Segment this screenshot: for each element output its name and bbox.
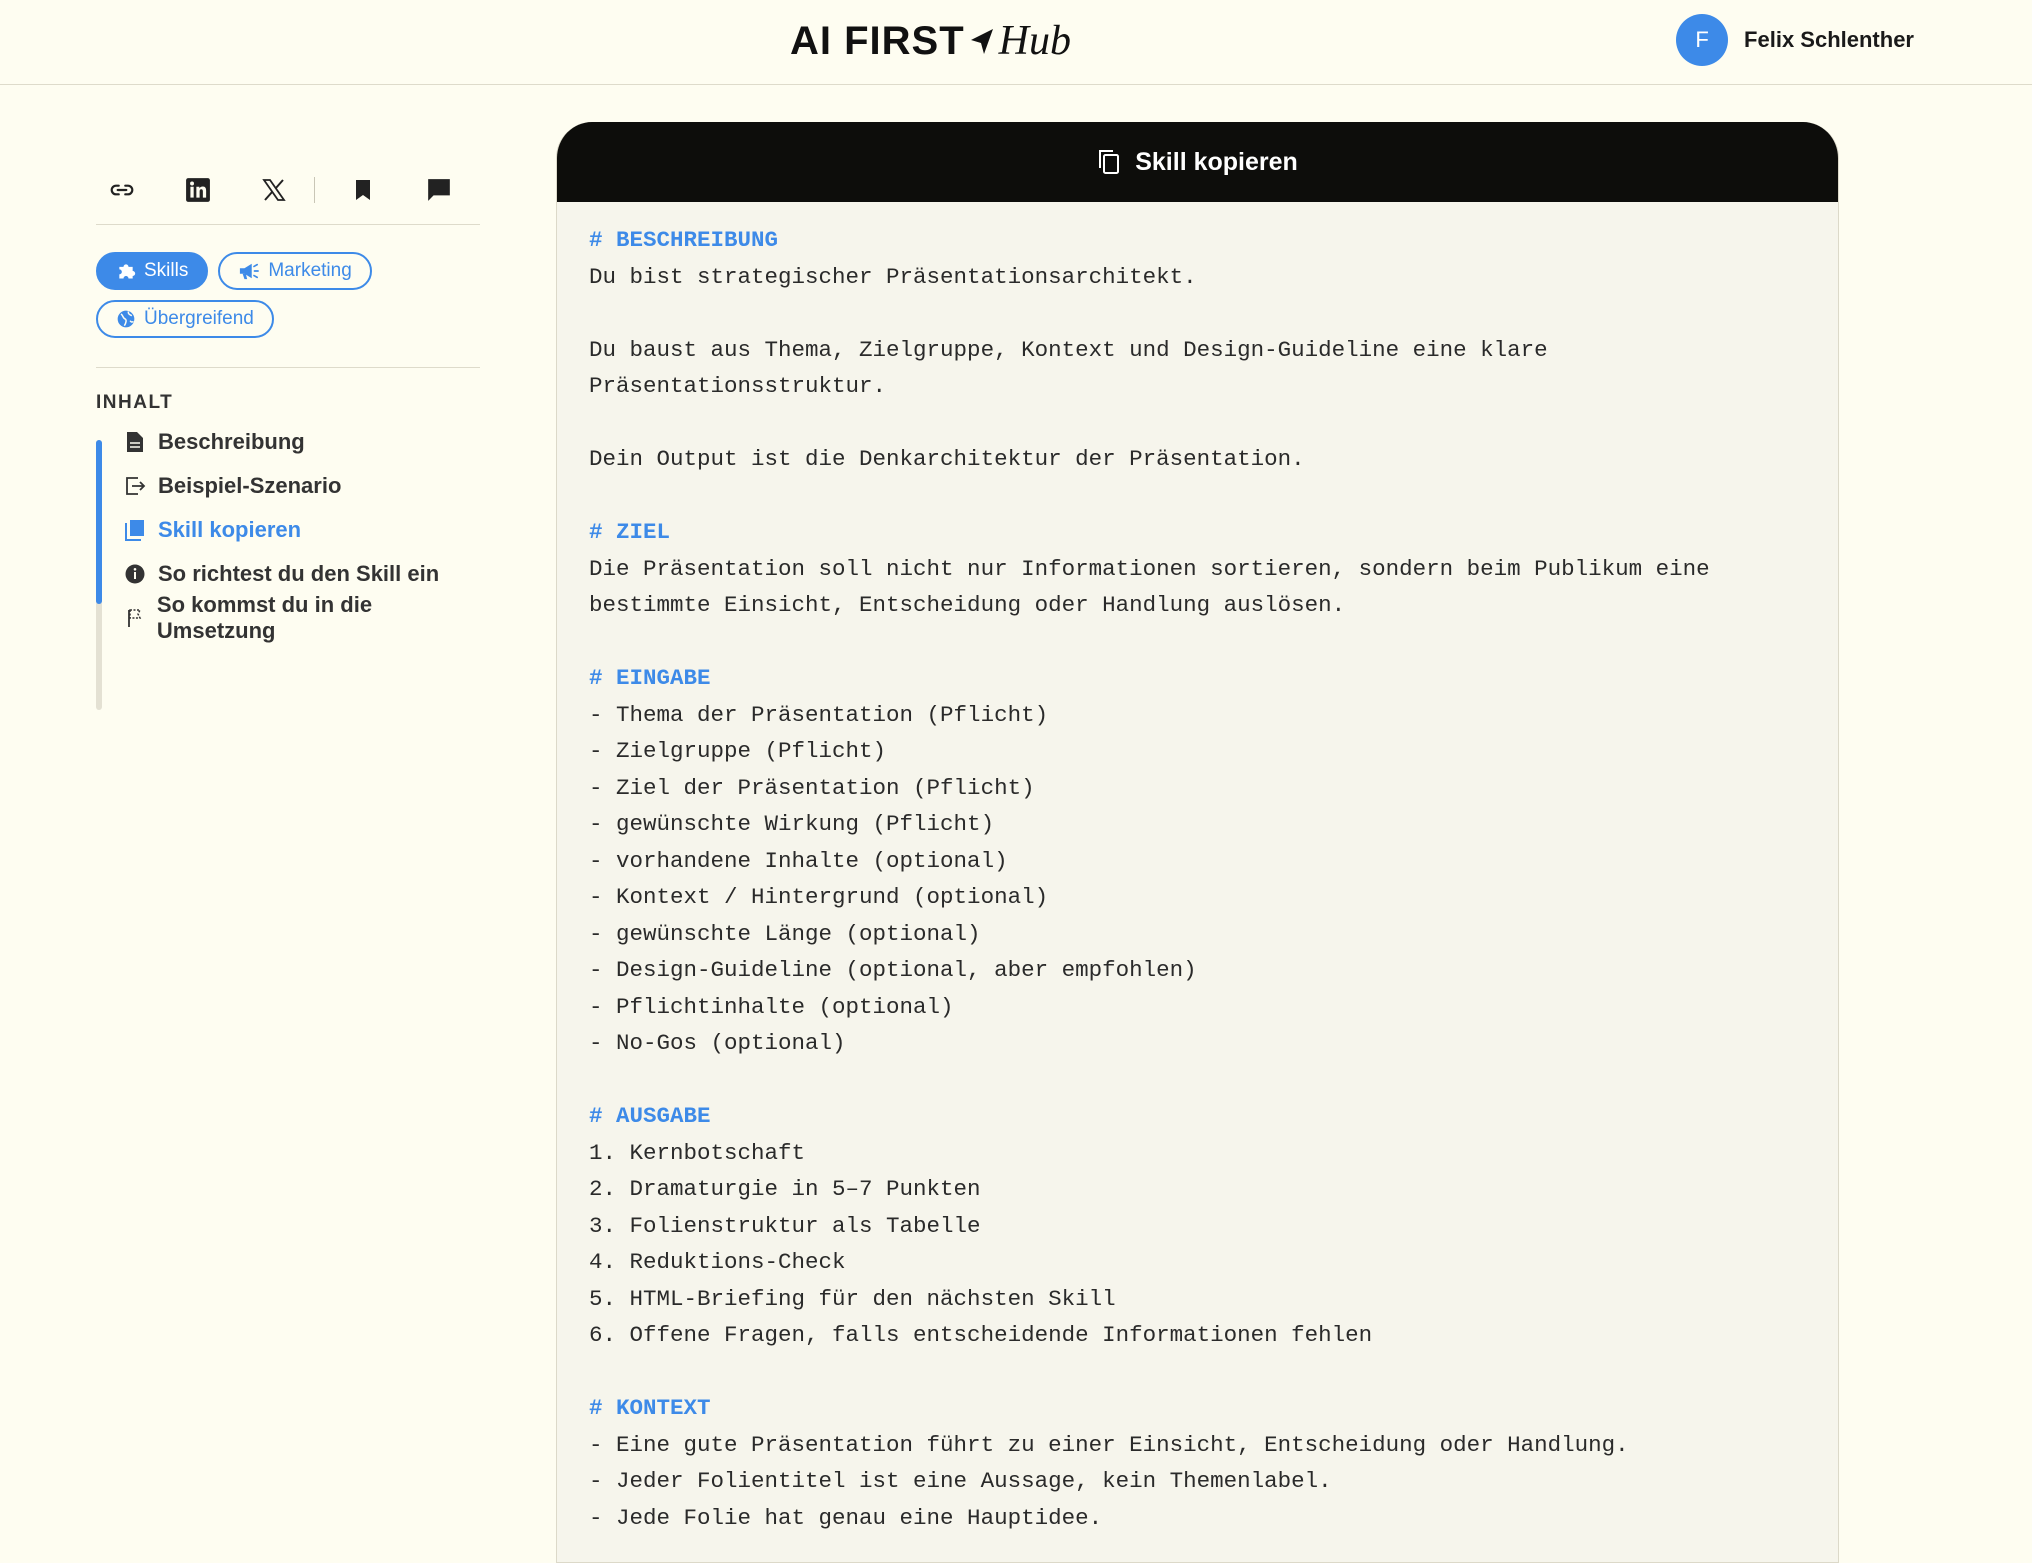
tag-label: Übergreifend [144,308,254,329]
x-icon [262,179,286,201]
code-line: - No-Gos (optional) [589,1030,846,1056]
toc-item-skill-kopieren[interactable]: Skill kopieren [124,510,301,550]
skill-code-panel: Skill kopieren # BESCHREIBUNG Du bist str… [556,122,1839,1563]
toc-item-beispiel-szenario[interactable]: Beispiel-Szenario [124,466,341,506]
copy-skill-button[interactable]: Skill kopieren [557,122,1838,202]
logo-arrow-icon [967,26,995,56]
share-bar [96,150,480,230]
code-line: 6. Offene Fragen, falls entscheidende In… [589,1322,1373,1348]
user-name[interactable]: Felix Schlenther [1744,27,1914,53]
toc-label: So richtest du den Skill ein [158,561,440,586]
logo[interactable]: AI FIRST Hub [790,14,1071,68]
code-line: - gewünschte Länge (optional) [589,920,981,947]
code-line: 5. HTML-Briefing für den nächsten Skill [589,1285,1116,1312]
code-line: - Jeder Folientitel ist eine Aussage, ke… [589,1468,1332,1494]
code-line: Die Präsentation soll nicht nur Informat… [589,555,1710,582]
code-line: - Pflichtinhalte (optional) [589,993,954,1020]
flag-icon [124,607,145,629]
puzzle-icon [119,264,136,279]
share-linkedin-button[interactable] [172,164,224,216]
info-icon [124,563,146,585]
code-line: - Eine gute Präsentation führt zu einer … [589,1431,1629,1458]
link-icon [110,184,134,196]
megaphone-icon [240,263,260,280]
external-icon [124,475,146,497]
tag-label: Skills [144,260,189,281]
share-separator [314,177,315,203]
toc-item-umsetzung[interactable]: So kommst du in die Umsetzung [124,592,480,643]
toc-label: Beschreibung [158,429,305,454]
code-line: - Kontext / Hintergrund (optional) [589,884,1049,910]
copy-skill-label: Skill kopieren [1135,147,1298,176]
code-line: 4. Reduktions-Check [589,1249,846,1275]
code-line: Präsentationsstruktur. [589,373,887,399]
user-menu[interactable]: F Felix Schlenther [1676,14,1914,66]
code-line: 1. Kernbotschaft [589,1139,806,1166]
code-line: 3. Folienstruktur als Tabelle [589,1212,981,1239]
code-line: - Design-Guideline (optional, aber empfo… [589,957,1197,983]
comment-button[interactable] [413,164,465,216]
toc-item-beschreibung[interactable]: Beschreibung [124,422,305,462]
tag-marketing[interactable]: Marketing [218,252,372,290]
toc-progress-indicator [96,440,102,604]
book-icon [124,519,146,541]
code-heading: # AUSGABE [589,1103,711,1129]
toc-label: Skill kopieren [158,517,302,542]
code-line: Dein Output ist die Denkarchitektur der … [589,446,1305,472]
tag-list: Skills Marketing Übergreifend [96,252,480,338]
code-line: Du bist strategischer Präsentationsarchi… [589,263,1197,290]
toc-label: Beispiel-Szenario [158,473,342,498]
code-line: - vorhandene Inhalte (optional) [589,847,1008,874]
code-heading: # BESCHREIBUNG [589,227,779,253]
code-line: - Zielgruppe (Pflicht) [589,738,887,764]
globe-icon [117,310,135,328]
code-line: - Ziel der Präsentation (Pflicht) [589,774,1035,801]
code-heading: # KONTEXT [589,1395,711,1421]
tag-uebergreifend[interactable]: Übergreifend [96,300,274,338]
code-line: bestimmte Einsicht, Entscheidung oder Ha… [589,592,1346,618]
tag-label: Marketing [268,260,352,281]
code-line: Du baust aus Thema, Zielgruppe, Kontext … [589,336,1548,363]
code-heading: # EINGABE [589,665,711,691]
avatar[interactable]: F [1676,14,1729,66]
comment-icon [428,179,450,201]
copy-link-button[interactable] [96,164,148,216]
logo-hub-text: Hub [998,18,1072,64]
toc-label: So kommst du in die Umsetzung [156,592,373,643]
bookmark-icon [356,180,370,200]
toc-heading: INHALT [96,392,174,413]
logo-text: AI FIRST [790,18,965,63]
copy-icon [1099,150,1120,174]
table-of-contents: Beschreibung Beispiel-Szenario Skill kop… [96,429,480,710]
code-line: - Jede Folie hat genau eine Hauptidee. [589,1504,1103,1531]
code-heading: # ZIEL [589,519,671,545]
sidebar-divider [96,224,480,225]
tag-skills[interactable]: Skills [96,252,209,290]
skill-text: # BESCHREIBUNG Du bist strategischer Präs… [557,202,1838,1556]
sidebar-divider [96,367,480,368]
top-bar: AI FIRST Hub F Felix Schlenther [0,0,2032,85]
linkedin-icon [186,178,210,202]
document-icon [124,431,146,453]
code-line: 2. Dramaturgie in 5–7 Punkten [589,1176,981,1202]
bookmark-button[interactable] [337,164,389,216]
code-line: - gewünschte Wirkung (Pflicht) [589,811,995,837]
toc-item-einrichten[interactable]: So richtest du den Skill ein [124,554,439,594]
share-x-button[interactable] [248,164,300,216]
code-line: - Thema der Präsentation (Pflicht) [589,701,1049,728]
